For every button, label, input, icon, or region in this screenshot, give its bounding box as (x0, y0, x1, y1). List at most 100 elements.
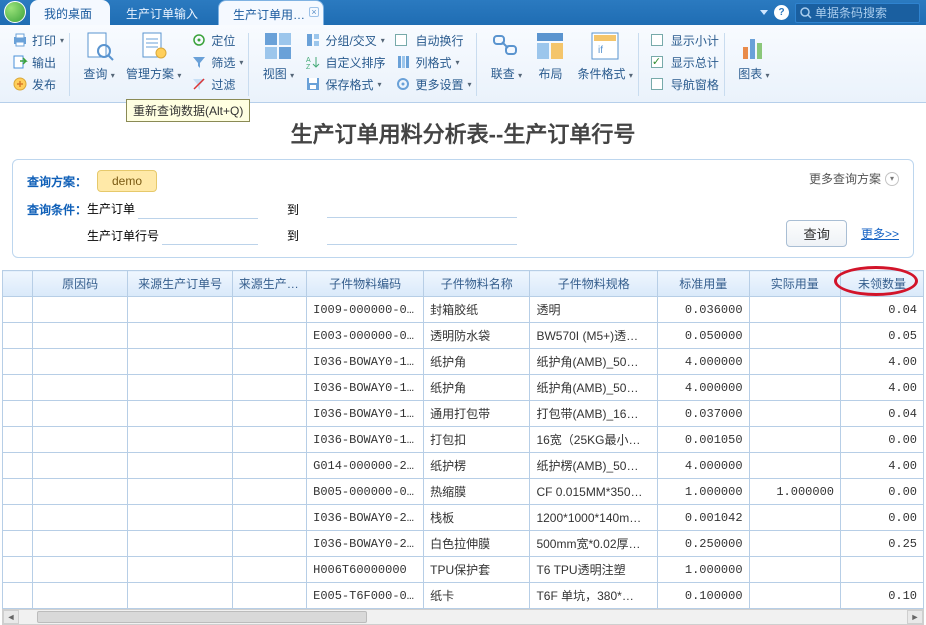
dropdown-icon[interactable] (760, 10, 768, 15)
col-item-spec[interactable]: 子件物料规格 (530, 271, 658, 297)
cell-unissued: 0.00 (840, 427, 923, 453)
table-row[interactable]: I036-BOWAY0-211白色拉伸膜500mm宽*0.02厚…0.25000… (3, 531, 924, 557)
label: 打印 (32, 32, 56, 49)
checkbox-checked-icon (651, 56, 663, 68)
scheme-pill[interactable]: demo (97, 170, 157, 192)
layout-button[interactable]: 布局 (533, 29, 567, 102)
autowrap-toggle[interactable]: 自动换行 (395, 29, 471, 51)
table-row[interactable]: I036-BOWAY0-149打包扣16宽（25KG最小…0.0010500.0… (3, 427, 924, 453)
close-icon[interactable]: × (309, 7, 319, 17)
cond-format-button[interactable]: if 条件格式 ▾ (577, 29, 632, 102)
table-row[interactable]: I036-BOWAY0-228栈板1200*1000*140m…0.001042… (3, 505, 924, 531)
view-button[interactable]: 视图 ▾ (261, 29, 295, 102)
column-format-button[interactable]: 列格式▾ (395, 51, 471, 73)
more-scheme-button[interactable]: 更多查询方案 ▾ (809, 170, 899, 187)
table-row[interactable]: I036-BOWAY0-141纸护角纸护角(AMB)_50…4.0000004.… (3, 375, 924, 401)
publish-button[interactable]: 发布 (12, 73, 64, 95)
line-to-input[interactable] (327, 227, 517, 245)
layout-icon (533, 29, 567, 63)
link-query-button[interactable]: 联查 ▾ (489, 29, 523, 102)
scroll-left-arrow[interactable]: ◄ (3, 610, 19, 624)
manage-scheme-button[interactable]: 管理方案 ▾ (126, 29, 181, 102)
chevron-down-icon: ▾ (885, 172, 899, 186)
filter-button[interactable]: 筛选▾ (191, 51, 243, 73)
cell-name: 封箱胶纸 (424, 297, 530, 323)
tab-order-input[interactable]: 生产订单输入 (112, 0, 216, 25)
cell-code: I036-BOWAY0-141 (307, 375, 424, 401)
col-std-qty[interactable]: 标准用量 (658, 271, 749, 297)
col-item-name[interactable]: 子件物料名称 (424, 271, 530, 297)
order-from-input[interactable] (138, 201, 258, 219)
query-submit-button[interactable]: 查询 (786, 220, 847, 247)
cell-name: 纸护角 (424, 375, 530, 401)
table-row[interactable]: G014-000000-221纸护楞纸护楞(AMB)_50…4.0000004.… (3, 453, 924, 479)
col-unissued[interactable]: 未领数量 (840, 271, 923, 297)
col-item-code[interactable]: 子件物料编码 (307, 271, 424, 297)
help-icon[interactable]: ? (774, 5, 789, 20)
label: 视图 (263, 67, 287, 81)
cell-std: 4.000000 (658, 349, 749, 375)
export-button[interactable]: 输出 (12, 51, 64, 73)
cell-act (749, 505, 840, 531)
cell-name: 热缩膜 (424, 479, 530, 505)
requery-tooltip: 重新查询数据(Alt+Q) (126, 99, 250, 122)
table-row[interactable]: I009-000000-001封箱胶纸透明0.0360000.04 (3, 297, 924, 323)
show-subtotal-toggle[interactable]: 显示小计 (651, 29, 719, 51)
scroll-right-arrow[interactable]: ► (907, 610, 923, 624)
cell-name: TPU保护套 (424, 557, 530, 583)
table-row[interactable]: H006T60000000TPU保护套T6 TPU透明注塑1.000000 (3, 557, 924, 583)
app-menu-button[interactable] (4, 1, 26, 23)
horizontal-scrollbar[interactable]: ◄ ► (2, 609, 924, 625)
more-settings-button[interactable]: 更多设置▾ (395, 73, 471, 95)
barcode-searchbox[interactable] (795, 3, 920, 23)
data-grid[interactable]: 原因码 来源生产订单号 来源生产订单行号 子件物料编码 子件物料名称 子件物料规… (2, 270, 924, 609)
tab-desktop[interactable]: 我的桌面 (30, 0, 110, 25)
group-cross-button[interactable]: 分组/交叉▾ (305, 29, 385, 51)
col-src-line[interactable]: 来源生产订单行号 (232, 271, 306, 297)
table-row[interactable]: I036-BOWAY0-143通用打包带打包带(AMB)_16…0.037000… (3, 401, 924, 427)
save-format-button[interactable]: 保存格式▾ (305, 73, 385, 95)
window-titlebar: 我的桌面 生产订单输入 生产订单用… × ? (0, 0, 926, 25)
query-button[interactable]: 查询 ▾ (82, 29, 116, 102)
nav-pane-toggle[interactable]: 导航窗格 (651, 73, 719, 95)
col-reason[interactable]: 原因码 (32, 271, 128, 297)
scrollbar-thumb[interactable] (37, 611, 367, 623)
table-row[interactable]: E005-T6F000-001纸卡T6F 单坑，380*…0.1000000.1… (3, 583, 924, 609)
label: 筛选 (211, 54, 235, 71)
order-to-input[interactable] (327, 200, 517, 218)
locate-button[interactable]: 定位 (191, 29, 243, 51)
col-selector[interactable] (3, 271, 33, 297)
grid-view-icon (261, 29, 295, 63)
label: 更多查询方案 (809, 170, 881, 187)
table-row[interactable]: I036-BOWAY0-140纸护角纸护角(AMB)_50…4.0000004.… (3, 349, 924, 375)
bar-chart-icon (737, 29, 771, 63)
cell-unissued (840, 557, 923, 583)
print-button[interactable]: 打印▾ (12, 29, 64, 51)
line-from-input[interactable] (162, 227, 258, 245)
filter-clear-button[interactable]: 过滤 (191, 73, 243, 95)
label: 条件格式 (577, 67, 625, 81)
search-input[interactable] (815, 6, 915, 20)
tab-label: 我的桌面 (44, 7, 92, 21)
more-link[interactable]: 更多>> (861, 225, 899, 242)
cell-spec: 16宽（25KG最小… (530, 427, 658, 453)
label: 过滤 (211, 76, 235, 93)
cell-code: B005-000000-00A (307, 479, 424, 505)
cell-code: I036-BOWAY0-211 (307, 531, 424, 557)
checkbox-icon (651, 34, 663, 46)
label: 图表 (738, 67, 762, 81)
chart-button[interactable]: 图表 ▾ (737, 29, 771, 82)
tab-active-report[interactable]: 生产订单用… × (218, 0, 324, 25)
custom-sort-button[interactable]: AZ 自定义排序 (305, 51, 385, 73)
table-row[interactable]: B005-000000-00A热缩膜CF 0.015MM*350…1.00000… (3, 479, 924, 505)
cell-unissued: 0.04 (840, 401, 923, 427)
field2-label: 生产订单行号 (87, 229, 159, 243)
col-act-qty[interactable]: 实际用量 (749, 271, 840, 297)
cell-unissued: 0.10 (840, 583, 923, 609)
label: 自动换行 (415, 32, 463, 49)
col-src-order[interactable]: 来源生产订单号 (128, 271, 232, 297)
show-total-toggle[interactable]: 显示总计 (651, 51, 719, 73)
cell-name: 透明防水袋 (424, 323, 530, 349)
table-row[interactable]: E003-000000-014透明防水袋BW570I (M5+)透…0.0500… (3, 323, 924, 349)
cell-code: G014-000000-221 (307, 453, 424, 479)
